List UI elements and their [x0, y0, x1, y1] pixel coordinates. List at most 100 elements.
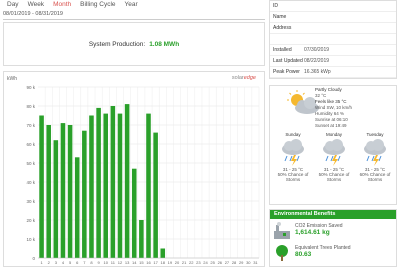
y-tick-label: 20 k [26, 218, 35, 223]
info-key: Name [273, 14, 287, 20]
forecast-day: Sunday 31 - 25 °C 50% Chance of Storms [275, 132, 311, 182]
x-tick-label: 9 [97, 260, 100, 265]
energy-chart: solaredge kWh 0 10 k 20 k 30 k 40 k 50 k 60 k 70… [3, 71, 265, 267]
info-row: Address [270, 23, 396, 34]
x-tick-label: 7 [83, 260, 86, 265]
forecast-day: Tuesday 31 - 25 °C 60% Chance of Storms [357, 132, 393, 182]
bar [89, 115, 94, 258]
info-row: Installed 07/30/2019 [270, 45, 396, 56]
x-tick-label: 15 [139, 260, 144, 265]
x-tick-label: 6 [76, 260, 79, 265]
bar [146, 113, 151, 258]
info-value: 08/22/2019 [304, 58, 330, 64]
tab-day[interactable]: Day [3, 1, 24, 11]
y-tick-label: 70 k [26, 123, 35, 128]
info-value: 07/30/2019 [304, 47, 330, 53]
x-tick-label: 23 [196, 260, 201, 265]
y-tick-label: 50 k [26, 161, 35, 166]
site-panel: ID Name Address Installed 07/30/2019 Last… [269, 0, 400, 267]
env-item-trees: Equivalent Trees Planted 80.63 [273, 244, 393, 264]
y-tick-label: 90 k [26, 85, 35, 90]
x-tick-label: 13 [125, 260, 130, 265]
x-tick-label: 29 [239, 260, 244, 265]
x-tick-label: 27 [225, 260, 230, 265]
site-info: ID Name Address Installed 07/30/2019 Last… [269, 0, 397, 79]
storm-icon [364, 139, 386, 166]
x-tick-label: 30 [246, 260, 251, 265]
bar [124, 104, 130, 258]
y-tick-label: 60 k [26, 142, 35, 147]
tree-icon [276, 245, 288, 261]
tab-month[interactable]: Month [49, 1, 76, 11]
tab-billing-cycle[interactable]: Billing Cycle [76, 1, 120, 11]
x-tick-label: 28 [232, 260, 237, 265]
bar [160, 248, 166, 258]
env-title: Environmental Benefits [270, 210, 396, 219]
bar [46, 125, 51, 258]
bar [153, 132, 158, 258]
forecast-day-name: Monday [325, 132, 342, 137]
info-row: ID [270, 1, 396, 12]
info-key: Installed [273, 47, 292, 53]
factory-icon [274, 222, 290, 239]
x-tick-label: 19 [168, 260, 173, 265]
bar [110, 106, 116, 258]
info-key: Address [273, 25, 292, 31]
environmental-benefits: Environmental Benefits CO2 Emission Save… [269, 209, 397, 267]
bar [39, 115, 44, 258]
info-key: Peak Power [273, 69, 300, 75]
bar-chart-svg: kWh 0 10 k 20 k 30 k 40 k 50 k 60 k 70 k 80 k 90 k… [7, 76, 260, 265]
y-tick-label: 30 k [26, 199, 35, 204]
x-tick-label: 31 [253, 260, 258, 265]
x-tick-label: 21 [182, 260, 187, 265]
info-value: 16.365 kWp [304, 69, 331, 75]
production-summary: System Production: 1.08 MWh [3, 22, 265, 66]
info-key: ID [273, 3, 278, 9]
info-row: Peak Power 16.365 kWp [270, 67, 396, 78]
production-label: System Production: [88, 41, 146, 48]
x-tick-label: 14 [132, 260, 137, 265]
bar [131, 168, 137, 258]
storm-icon [323, 139, 345, 166]
x-tick-label: 5 [69, 260, 72, 265]
x-tick-label: 17 [153, 260, 158, 265]
y-tick-label: 0 [32, 256, 35, 261]
sunset: Sunset at 19:49 [315, 123, 347, 128]
x-tick-label: 4 [62, 260, 65, 265]
date-range: 08/01/2019 - 08/31/2019 [3, 11, 265, 20]
bar [117, 113, 123, 258]
bar [139, 220, 144, 258]
x-tick-label: 3 [55, 260, 58, 265]
y-tick-label: 10 k [26, 237, 35, 242]
bar [60, 123, 66, 258]
x-tick-label: 10 [103, 260, 108, 265]
y-axis-label: kWh [7, 76, 17, 82]
info-row [270, 34, 396, 45]
forecast-day: Monday 31 - 25 °C 50% Chance of Storms [316, 132, 352, 182]
x-tick-label: 1 [40, 260, 43, 265]
x-tick-label: 22 [189, 260, 194, 265]
tab-year[interactable]: Year [121, 1, 143, 11]
current-weather: Partly Cloudy 32 °C Feels like 35 °C Win… [315, 87, 352, 129]
storm-icon [282, 139, 304, 166]
production-value: 1.08 MWh [149, 41, 180, 48]
forecast-chance: 50% Chance of Storms [277, 172, 309, 182]
bar [96, 107, 101, 259]
y-tick-label: 40 k [26, 180, 35, 185]
x-tick-label: 25 [210, 260, 215, 265]
x-tick-label: 24 [203, 260, 208, 265]
x-tick-label: 8 [90, 260, 93, 265]
x-tick-label: 26 [218, 260, 223, 265]
forecast-day-name: Sunday [285, 132, 301, 137]
forecast-day-name: Tuesday [366, 132, 384, 137]
info-row: Name [270, 12, 396, 23]
x-tick-label: 18 [161, 260, 166, 265]
env-item-co2: CO2 Emission Saved 1,614.61 kg [273, 222, 393, 242]
x-tick-label: 12 [118, 260, 123, 265]
y-tick-label: 80 k [26, 104, 35, 109]
bar [74, 157, 80, 258]
weather-widget: Partly Cloudy 32 °C Feels like 35 °C Win… [269, 85, 397, 205]
tab-week[interactable]: Week [24, 1, 50, 11]
env-value: 1,614.61 kg [295, 229, 330, 236]
bar [53, 140, 59, 258]
